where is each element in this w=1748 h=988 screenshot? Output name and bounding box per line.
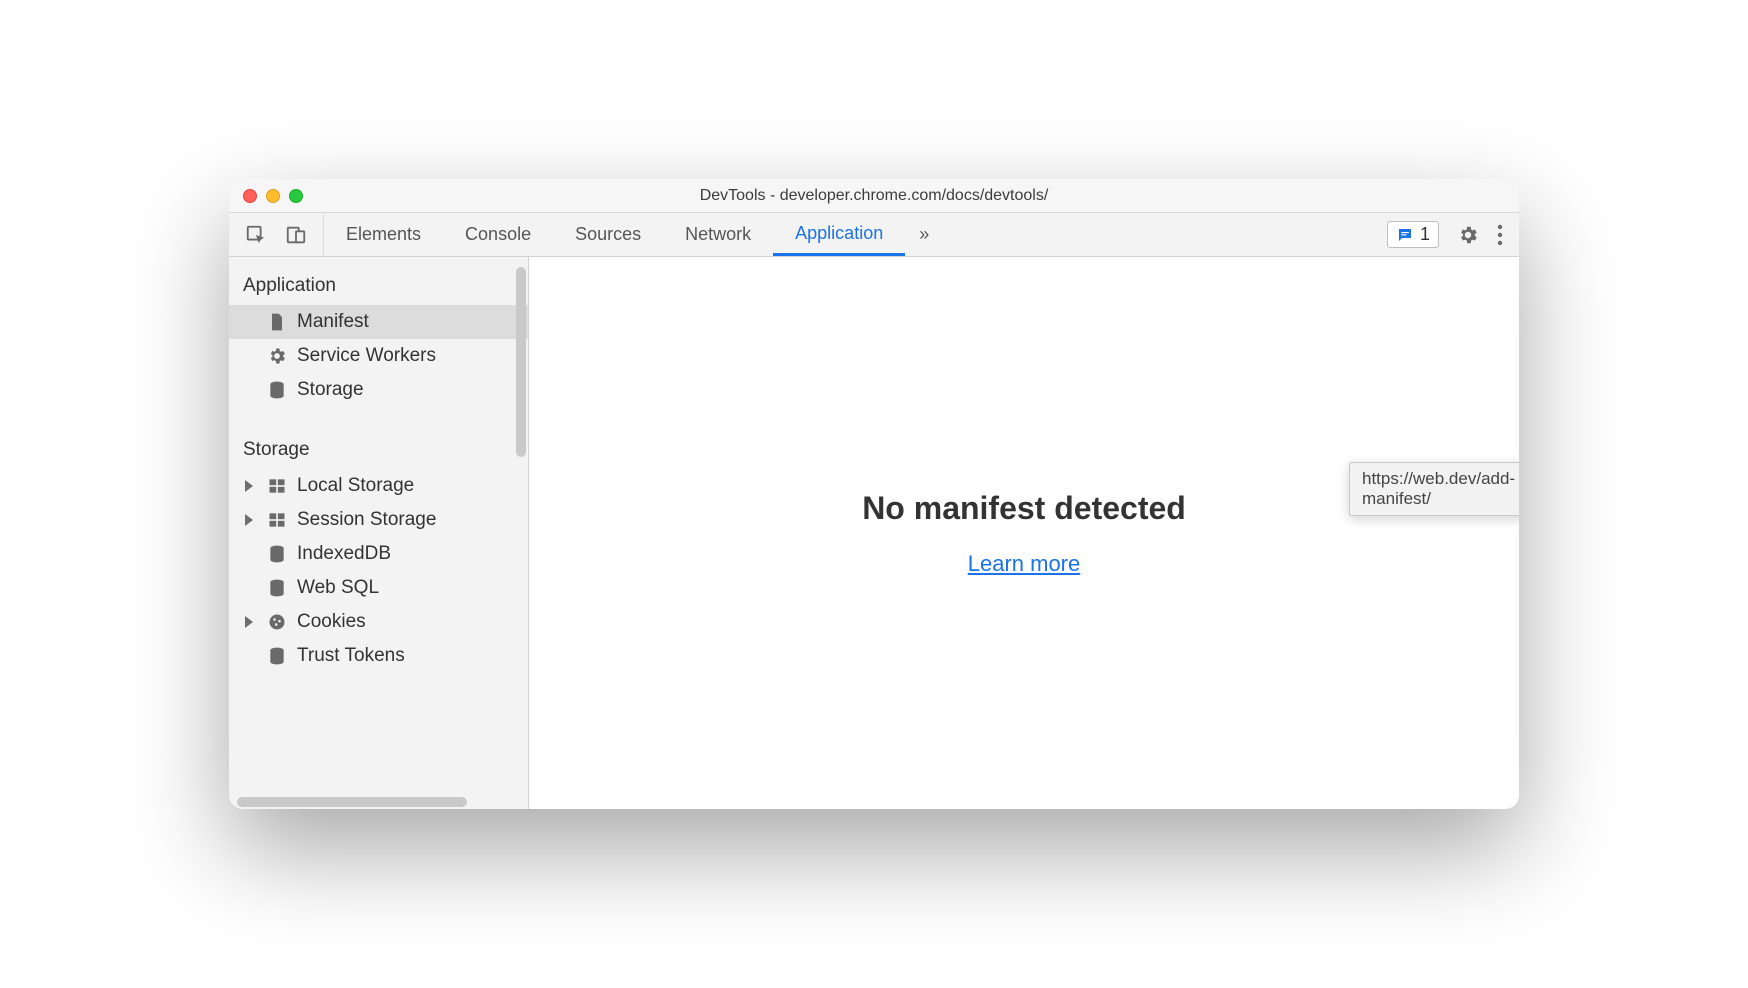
sidebar-item-label: Manifest [297,311,369,333]
tab-application[interactable]: Application [773,213,905,256]
learn-more-link[interactable]: Learn more [968,551,1081,577]
close-window-button[interactable] [243,189,257,203]
sidebar-item-cookies[interactable]: Cookies [229,605,528,639]
sidebar-item-indexeddb[interactable]: IndexedDB [229,537,528,571]
sidebar-item-label: Service Workers [297,345,436,367]
chevron-right-icon [245,514,253,526]
maximize-window-button[interactable] [289,189,303,203]
section-title-storage: Storage [229,431,528,469]
devtools-window: DevTools - developer.chrome.com/docs/dev… [229,179,1519,809]
sidebar-item-session-storage[interactable]: Session Storage [229,503,528,537]
cookie-icon [267,612,287,632]
grid-icon [267,510,287,530]
horizontal-scrollbar-thumb[interactable] [237,797,467,807]
sidebar-item-label: Cookies [297,611,366,633]
window-controls [229,189,303,203]
database-icon [267,380,287,400]
sidebar-item-label: Local Storage [297,475,414,497]
manifest-panel: No manifest detected Learn more https://… [529,257,1519,809]
tab-network[interactable]: Network [663,213,773,256]
panel-body: Application Manifest Service Workers [229,257,1519,809]
sidebar-item-label: Storage [297,379,364,401]
vertical-scrollbar-thumb[interactable] [516,267,526,457]
application-sidebar: Application Manifest Service Workers [229,257,529,809]
sidebar-item-local-storage[interactable]: Local Storage [229,469,528,503]
database-icon [267,544,287,564]
tab-overflow[interactable]: » [905,213,943,256]
panel-tabs: Elements Console Sources Network Applica… [324,213,943,256]
database-icon [267,646,287,666]
sidebar-item-storage-summary[interactable]: Storage [229,373,528,407]
link-tooltip: https://web.dev/add-manifest/ [1349,462,1519,516]
sidebar-item-service-workers[interactable]: Service Workers [229,339,528,373]
chevron-right-icon [245,480,253,492]
sidebar-item-label: Web SQL [297,577,379,599]
device-toggle-icon[interactable] [285,224,307,246]
manifest-heading: No manifest detected [862,490,1186,527]
chat-icon [1396,226,1414,244]
sidebar-item-trust-tokens[interactable]: Trust Tokens [229,639,528,673]
tab-sources[interactable]: Sources [553,213,663,256]
sidebar-item-manifest[interactable]: Manifest [229,305,528,339]
sidebar-item-label: Session Storage [297,509,436,531]
sidebar-item-label: IndexedDB [297,543,391,565]
issues-count: 1 [1420,224,1430,245]
settings-icon[interactable] [1457,224,1479,246]
minimize-window-button[interactable] [266,189,280,203]
tab-console[interactable]: Console [443,213,553,256]
sidebar-item-websql[interactable]: Web SQL [229,571,528,605]
grid-icon [267,476,287,496]
titlebar: DevTools - developer.chrome.com/docs/dev… [229,179,1519,213]
kebab-menu-icon[interactable] [1497,224,1503,246]
panel-tabbar: Elements Console Sources Network Applica… [229,213,1519,257]
sidebar-item-label: Trust Tokens [297,645,405,667]
tab-elements[interactable]: Elements [324,213,443,256]
issues-badge[interactable]: 1 [1387,221,1439,248]
chevron-right-icon [245,616,253,628]
database-icon [267,578,287,598]
window-title: DevTools - developer.chrome.com/docs/dev… [229,187,1519,205]
file-icon [267,312,287,332]
gear-icon [267,346,287,366]
section-title-application: Application [229,267,528,305]
inspect-icon[interactable] [245,224,267,246]
